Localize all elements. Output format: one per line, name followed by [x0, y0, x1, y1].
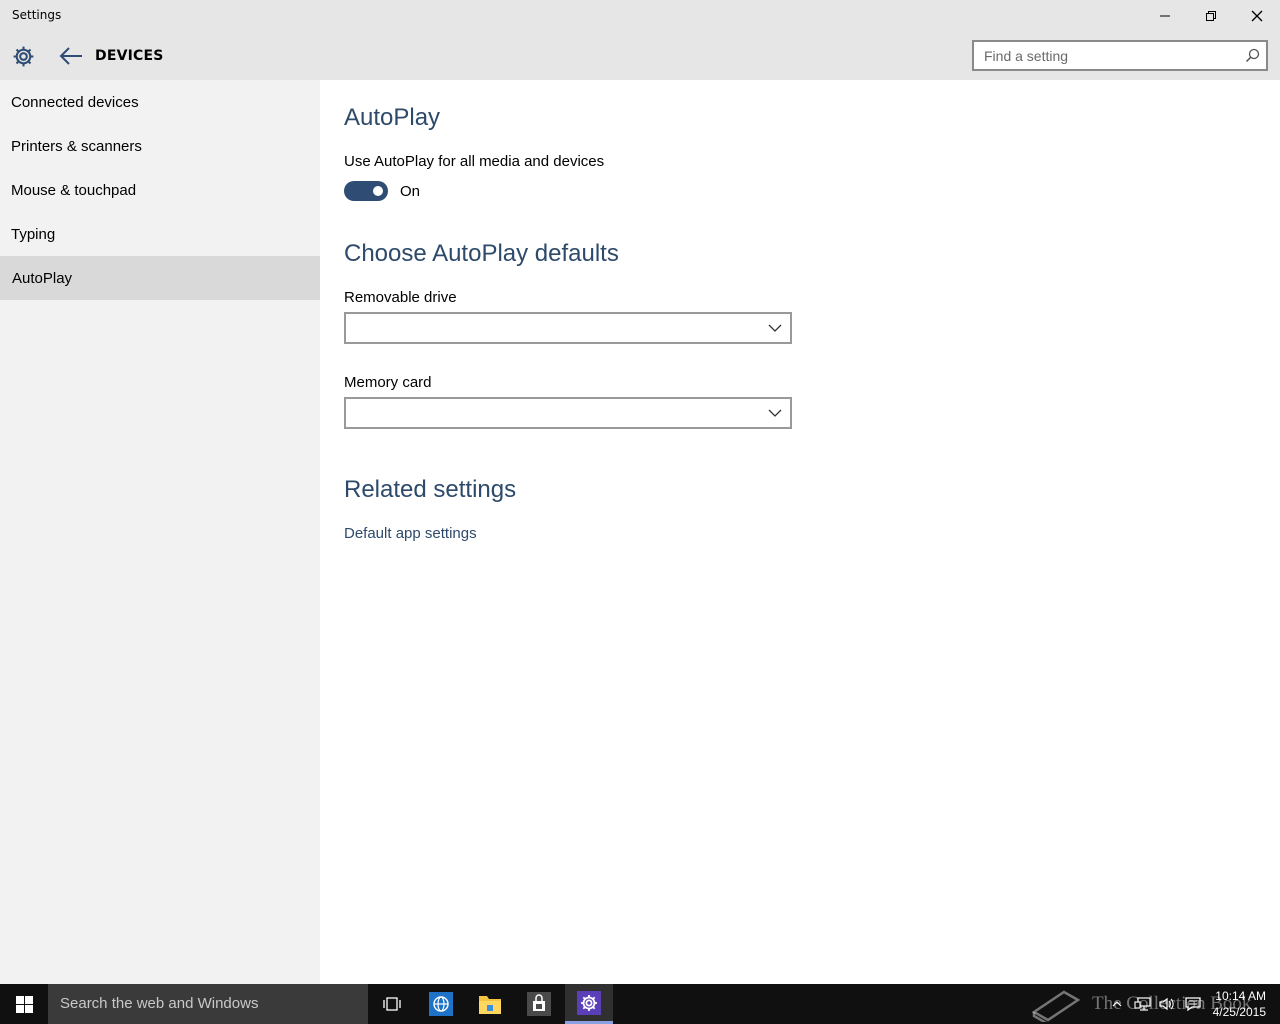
sidebar-item-connected-devices[interactable]: Connected devices [0, 80, 320, 124]
minimize-button[interactable] [1142, 0, 1188, 32]
clock-date: 4/25/2015 [1212, 1005, 1266, 1019]
chevron-down-icon [768, 324, 782, 332]
restore-button[interactable] [1188, 0, 1234, 32]
sidebar-item-printers-scanners[interactable]: Printers & scanners [0, 124, 320, 168]
search-input[interactable] [974, 42, 1234, 69]
restore-icon [1206, 11, 1216, 21]
task-view-button[interactable] [368, 984, 416, 1024]
removable-drive-label: Removable drive [344, 289, 457, 306]
file-explorer-icon [479, 996, 501, 1014]
autoplay-toggle-label: Use AutoPlay for all media and devices [344, 153, 605, 170]
windows-logo-icon [15, 995, 33, 1013]
sidebar: Connected devices Printers & scanners Mo… [0, 80, 320, 984]
page-title: AutoPlay [344, 104, 441, 131]
sidebar-item-label: Mouse & touchpad [11, 181, 137, 199]
back-arrow-icon [59, 47, 82, 65]
sidebar-item-label: Typing [11, 225, 56, 243]
sidebar-item-label: AutoPlay [12, 269, 73, 287]
file-explorer-button[interactable] [466, 984, 514, 1024]
action-center-button[interactable] [1182, 984, 1204, 1024]
internet-explorer-icon [429, 992, 453, 1016]
toggle-knob [373, 186, 383, 196]
close-icon [1251, 10, 1263, 22]
taskbar-search[interactable]: Search the web and Windows [48, 984, 368, 1024]
sidebar-item-label: Connected devices [11, 93, 139, 111]
back-button[interactable] [58, 44, 84, 68]
main-content: AutoPlay Use AutoPlay for all media and … [320, 80, 1280, 984]
title-bar: Settings [0, 0, 1280, 32]
clock-time: 10:14 AM [1215, 989, 1266, 1003]
section-title: DEVICES [95, 48, 164, 64]
internet-explorer-button[interactable] [417, 984, 465, 1024]
network-icon [1134, 997, 1151, 1011]
show-hidden-icons-button[interactable] [1110, 984, 1124, 1024]
book-icon [1031, 990, 1081, 1022]
volume-icon [1159, 997, 1174, 1011]
minimize-icon [1160, 15, 1170, 17]
sidebar-item-mouse-touchpad[interactable]: Mouse & touchpad [0, 168, 320, 212]
removable-drive-dropdown[interactable] [344, 312, 792, 344]
window-title: Settings [12, 8, 62, 22]
taskbar-search-text: Search the web and Windows [60, 995, 259, 1012]
store-icon [527, 992, 551, 1016]
toggle-state-label: On [400, 183, 421, 200]
search-box [972, 40, 1268, 71]
settings-gear-icon [11, 44, 36, 69]
clock[interactable]: 10:14 AM 4/25/2015 [1213, 988, 1266, 1020]
notification-icon [1185, 997, 1201, 1012]
autoplay-toggle[interactable] [344, 181, 388, 201]
app-header: DEVICES [0, 32, 1280, 80]
settings-taskbar-button[interactable] [565, 984, 613, 1024]
network-button[interactable] [1132, 984, 1154, 1024]
chevron-up-icon [1112, 1001, 1122, 1007]
settings-icon [577, 990, 601, 1015]
chevron-down-icon [768, 409, 782, 417]
memory-card-dropdown[interactable] [344, 397, 792, 429]
related-settings-heading: Related settings [344, 476, 517, 503]
defaults-heading: Choose AutoPlay defaults [344, 240, 619, 267]
search-icon[interactable] [1245, 48, 1260, 63]
close-button[interactable] [1234, 0, 1280, 32]
default-app-settings-link[interactable]: Default app settings [344, 525, 477, 542]
sidebar-item-label: Printers & scanners [11, 137, 142, 155]
start-button[interactable] [0, 984, 48, 1024]
store-button[interactable] [515, 984, 563, 1024]
task-view-icon [383, 997, 401, 1011]
memory-card-label: Memory card [344, 374, 432, 391]
volume-button[interactable] [1156, 984, 1178, 1024]
sidebar-item-autoplay[interactable]: AutoPlay [0, 256, 320, 300]
taskbar: Search the web and Windows The Collectio… [0, 984, 1280, 1024]
sidebar-item-typing[interactable]: Typing [0, 212, 320, 256]
